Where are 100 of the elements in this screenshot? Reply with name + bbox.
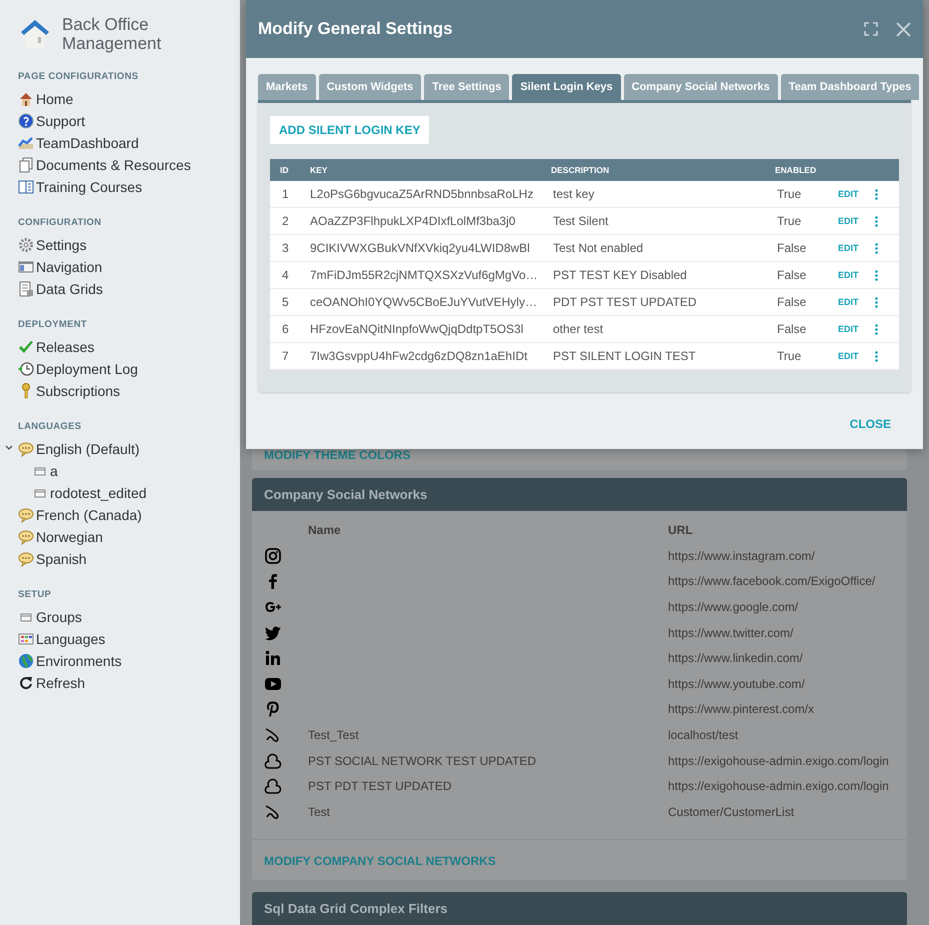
table-cell: 2 (282, 214, 289, 228)
table-cell: 3 (282, 241, 289, 255)
table-cell: https://www.google.com/ (668, 600, 798, 614)
section-title: CONFIGURATION (18, 217, 102, 228)
section-title: SETUP (18, 589, 52, 600)
sidebar-item[interactable]: Norwegian (36, 529, 103, 545)
more-icon[interactable] (875, 188, 878, 200)
more-icon[interactable] (875, 242, 878, 254)
sidebar-item[interactable]: TeamDashboard (36, 135, 139, 151)
app-title: Back Office Management (62, 15, 162, 53)
dialog-title: Modify General Settings (258, 19, 454, 39)
table-cell: test key (553, 187, 594, 201)
sidebar-item[interactable]: Navigation (36, 259, 102, 275)
sidebar-item[interactable]: Home (36, 91, 74, 107)
more-icon[interactable] (875, 324, 878, 334)
table-cell: https://www.linkedin.com/ (668, 651, 803, 666)
close-icon[interactable] (896, 22, 911, 36)
table-cell: True (777, 187, 802, 201)
sidebar-item[interactable]: Deployment Log (36, 361, 138, 377)
sidebar-item[interactable]: Languages (36, 631, 106, 647)
settings-icon (18, 237, 34, 253)
section-title: DEPLOYMENT (18, 319, 88, 330)
card-title: Company Social Networks (252, 478, 907, 511)
sidebar-item[interactable]: Environments (36, 653, 122, 669)
more-icon[interactable] (875, 350, 878, 362)
section-title: LANGUAGES (18, 421, 82, 432)
card-title: Sql Data Grid Complex Filters (252, 892, 907, 925)
globe-icon (18, 653, 34, 669)
clock-icon (18, 361, 34, 377)
table-cell: https://www.instagram.com/ (668, 548, 815, 563)
table-cell: Test_Test (308, 728, 359, 742)
sidebar-item[interactable]: Support (36, 113, 86, 129)
sidebar-item[interactable]: Training Courses (36, 179, 142, 195)
section-title: PAGE CONFIGURATIONS (18, 71, 140, 82)
refresh-icon (18, 675, 34, 691)
table-cell: PST PDT TEST UPDATED (308, 779, 452, 794)
table-cell: 9CIKIVWXGBukVNfXVkiq2yu4LWID8wBl (310, 241, 530, 255)
more-icon[interactable] (875, 216, 878, 226)
sidebar-item[interactable]: Settings (36, 237, 87, 253)
column-header: DESCRIPTION (551, 165, 610, 175)
instagram-icon (264, 546, 282, 565)
cloud-icon (264, 777, 282, 796)
table-cell: 7mFiDJm55R2cjNMTQXSXzVuf6gMgVo… (310, 268, 538, 282)
sidebar-item[interactable]: Groups (36, 609, 82, 625)
table-cell: other test (553, 322, 604, 336)
table-cell: https://exigohouse-admin.exigo.com/login (668, 779, 889, 794)
table-cell: False (777, 322, 806, 336)
sidebar-item[interactable]: Spanish (36, 551, 87, 567)
table-cell: HFzovEaNQitNInpfoWwQjqDdtpT5OS3l (310, 322, 524, 336)
sidebar-item[interactable]: Data Grids (36, 281, 103, 297)
pinterest-icon (264, 700, 282, 718)
sidebar-item[interactable]: rodotest_edited (50, 485, 147, 501)
help-icon (18, 113, 34, 129)
fullscreen-icon[interactable] (864, 22, 878, 36)
check-icon (18, 339, 34, 355)
home-icon (18, 91, 34, 107)
chart-icon (18, 135, 34, 151)
table-cell: False (777, 268, 806, 282)
window-icon (18, 259, 34, 275)
table-cell: PDT PST TEST UPDATED (553, 295, 697, 309)
sidebar-item[interactable]: French (Canada) (36, 507, 142, 523)
grid-icon (18, 281, 34, 297)
table-cell: PST SOCIAL NETWORK TEST UPDATED (308, 754, 536, 768)
table-cell: True (777, 214, 802, 228)
sidebar-item[interactable]: a (50, 463, 58, 479)
speech-icon (18, 551, 34, 567)
table-cell: False (777, 241, 806, 255)
table-cell: 7 (282, 349, 289, 363)
column-header: KEY (310, 165, 328, 175)
table-cell: https://www.pinterest.com/x (668, 702, 814, 716)
table-icon (18, 631, 34, 647)
table-cell: 5 (282, 295, 289, 309)
table-cell: Test Silent (553, 214, 608, 228)
table-cell: 1 (282, 187, 289, 201)
caret-icon[interactable] (5, 445, 13, 451)
sidebar-item[interactable]: Refresh (36, 675, 86, 691)
tab[interactable]: Silent Login Keys (512, 74, 621, 100)
table-cell: 6 (282, 322, 289, 336)
table-cell: https://www.youtube.com/ (668, 676, 805, 691)
more-icon[interactable] (875, 296, 878, 308)
sidebar-item[interactable]: Releases (36, 339, 94, 355)
speech-icon (18, 441, 34, 457)
table-cell: localhost/test (668, 728, 738, 742)
table-cell: PST TEST KEY Disabled (553, 268, 687, 282)
cloud-icon (264, 752, 282, 770)
table-cell: True (777, 349, 802, 363)
sidebar-item[interactable]: Documents & Resources (36, 157, 191, 173)
more-icon[interactable] (875, 270, 878, 280)
linkedin-icon (264, 649, 282, 668)
table-cell: L2oPsG6bgvucaZ5ArRND5bnnbsaRoLHz (310, 187, 534, 201)
sidebar-item[interactable]: Subscriptions (36, 383, 120, 399)
table-cell: 7Iw3GsvppU4hFw2cdg6zDQ8zn1aEhIDt (310, 349, 528, 363)
column-header: ENABLED (775, 165, 816, 175)
table-cell: Customer/CustomerList (668, 804, 794, 819)
table-cell: False (777, 295, 806, 309)
documents-icon (18, 157, 34, 173)
table-cell: Test Not enabled (553, 241, 644, 255)
sidebar-item[interactable]: English (Default) (36, 441, 140, 457)
table-cell: ceOANOhI0YQWv5CBoEJuYVutVEHyly… (310, 295, 537, 309)
book-icon (18, 179, 34, 195)
